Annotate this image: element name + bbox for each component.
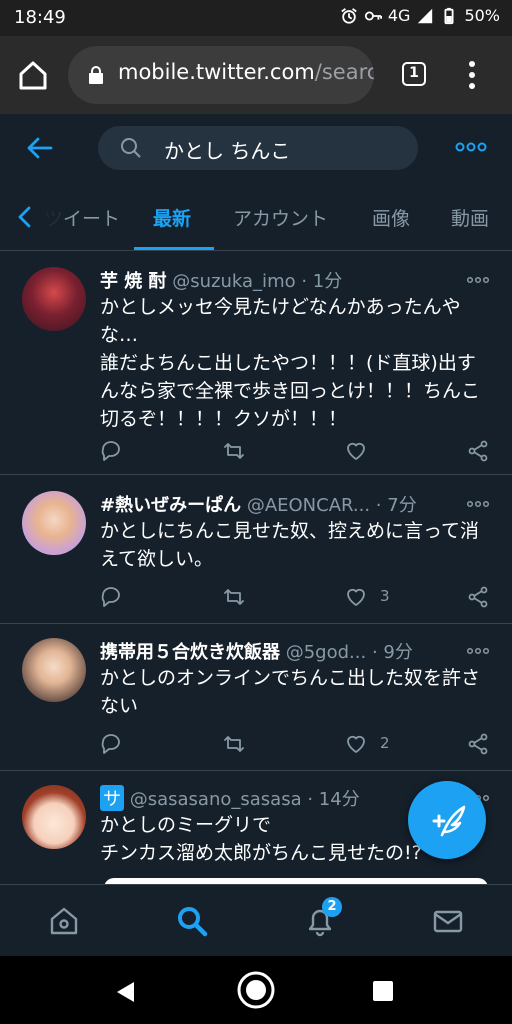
like-icon[interactable] <box>344 585 368 609</box>
author-handle[interactable]: @AEONCAR... <box>247 495 370 516</box>
tab-accounts[interactable]: アカウント <box>233 204 328 231</box>
battery-icon <box>444 7 454 24</box>
back-arrow-icon[interactable] <box>26 134 54 162</box>
chevron-left-icon[interactable] <box>16 206 34 228</box>
like-count: 3 <box>380 587 390 605</box>
author-handle[interactable]: @sasasano_sasasa <box>130 789 302 810</box>
signal-icon <box>418 8 433 23</box>
active-tab-indicator <box>134 247 214 250</box>
url-host: mobile.twitter.com <box>118 60 315 84</box>
status-bar: 18:49 4G 50% <box>0 0 512 36</box>
tweet-header: サ @sasasano_sasasa · 14分 <box>100 785 360 811</box>
like-count: 2 <box>380 734 390 752</box>
url-text: mobile.twitter.com/search <box>118 60 374 84</box>
tweet-time[interactable]: · 14分 <box>307 789 359 810</box>
avatar[interactable] <box>22 267 86 331</box>
address-bar[interactable]: mobile.twitter.com/search <box>68 46 374 104</box>
tweet-text: かとしのオンラインでちんこ出した奴を許さない <box>100 667 481 717</box>
tweet-menu-icon[interactable] <box>466 499 490 509</box>
home-nav-icon[interactable] <box>48 905 80 937</box>
search-input[interactable]: かとし ちんこ <box>98 126 418 170</box>
retweet-icon[interactable] <box>222 439 246 463</box>
network-type: 4G <box>387 6 411 25</box>
retweet-icon[interactable] <box>222 585 246 609</box>
home-button-icon[interactable] <box>236 970 276 1010</box>
retweet-icon[interactable] <box>222 732 246 756</box>
share-icon[interactable] <box>466 585 490 609</box>
vpn-key-icon <box>364 11 382 20</box>
compose-tweet-button[interactable] <box>408 781 486 859</box>
alarm-icon <box>341 7 357 24</box>
tweet-text: かとしメッセ今見たけどなんかあったんやな… 誰だよちんこ出したやつ！！！(ド直球… <box>100 296 481 430</box>
recents-icon[interactable] <box>372 980 394 1002</box>
system-navigation-bar <box>0 956 512 1024</box>
compose-feather-icon <box>432 805 466 837</box>
author-handle[interactable]: @5god... <box>286 642 366 663</box>
author-handle[interactable]: @suzuka_imo <box>172 271 295 292</box>
search-icon <box>121 138 141 158</box>
avatar[interactable] <box>22 638 86 702</box>
author-name[interactable]: #熱いぜみーぱん <box>100 495 241 516</box>
browser-toolbar: mobile.twitter.com/search 1 <box>0 36 512 114</box>
search-query: かとし ちんこ <box>164 139 291 163</box>
tweet-card[interactable]: 携帯用５合炊き炊飯器 @5god... · 9分 かとしのオンラインでちんこ出し… <box>0 624 512 771</box>
author-name[interactable]: 芋 焼 酎 <box>100 271 167 292</box>
author-name[interactable]: サ <box>100 785 124 811</box>
like-icon[interactable] <box>344 439 368 463</box>
tweet-menu-icon[interactable] <box>466 646 490 656</box>
tab-latest[interactable]: 最新 <box>153 204 191 231</box>
tweet-header: 芋 焼 酎 @suzuka_imo · 1分 <box>100 267 342 293</box>
like-icon[interactable] <box>344 732 368 756</box>
tweet-actions: 3 <box>100 585 496 613</box>
reply-icon[interactable] <box>100 585 124 609</box>
bottom-navigation: 2 <box>0 884 512 957</box>
more-options-icon[interactable] <box>455 140 487 154</box>
tweet-menu-icon[interactable] <box>466 275 490 285</box>
tweet-actions <box>100 439 496 467</box>
messages-nav-icon[interactable] <box>432 905 464 937</box>
avatar[interactable] <box>22 491 86 555</box>
tweet-card[interactable]: 芋 焼 酎 @suzuka_imo · 1分 かとしメッセ今見たけどなんかあった… <box>0 251 512 475</box>
url-path: /search <box>314 60 374 84</box>
tab-switcher-button[interactable]: 1 <box>402 62 426 86</box>
browser-menu-icon[interactable] <box>462 58 482 92</box>
back-nav-icon[interactable] <box>114 980 138 1004</box>
status-icons: 4G 50% <box>340 6 500 25</box>
tweet-actions: 2 <box>100 732 496 760</box>
battery-level: 50% <box>464 6 500 25</box>
home-icon[interactable] <box>16 58 50 92</box>
status-time: 18:49 <box>14 7 66 28</box>
tab-images[interactable]: 画像 <box>372 204 410 231</box>
tweet-header: 携帯用５合炊き炊飯器 @5god... · 9分 <box>100 638 413 664</box>
tweet-header: #熱いぜみーぱん @AEONCAR... · 7分 <box>100 491 417 517</box>
tweet-time[interactable]: · 7分 <box>376 495 417 516</box>
author-name[interactable]: 携帯用５合炊き炊飯器 <box>100 642 280 663</box>
share-icon[interactable] <box>466 732 490 756</box>
avatar[interactable] <box>22 785 86 849</box>
search-header: かとし ちんこ <box>0 114 512 186</box>
search-nav-icon[interactable] <box>176 905 208 937</box>
tweet-card[interactable]: #熱いぜみーぱん @AEONCAR... · 7分 かとしにちんこ見せた奴、控え… <box>0 475 512 624</box>
share-icon[interactable] <box>466 439 490 463</box>
tweet-time[interactable]: · 1分 <box>301 271 342 292</box>
tweet-text: かとしにちんこ見せた奴、控えめに言って消えて欲しい。 <box>100 520 480 570</box>
reply-icon[interactable] <box>100 732 124 756</box>
notification-badge: 2 <box>322 897 342 917</box>
tab-videos[interactable]: 動画 <box>451 204 489 231</box>
tweet-time[interactable]: · 9分 <box>372 642 413 663</box>
lock-icon <box>89 66 103 84</box>
search-tabs: ツイート 最新 アカウント 画像 動画 <box>0 186 512 251</box>
reply-icon[interactable] <box>100 439 124 463</box>
